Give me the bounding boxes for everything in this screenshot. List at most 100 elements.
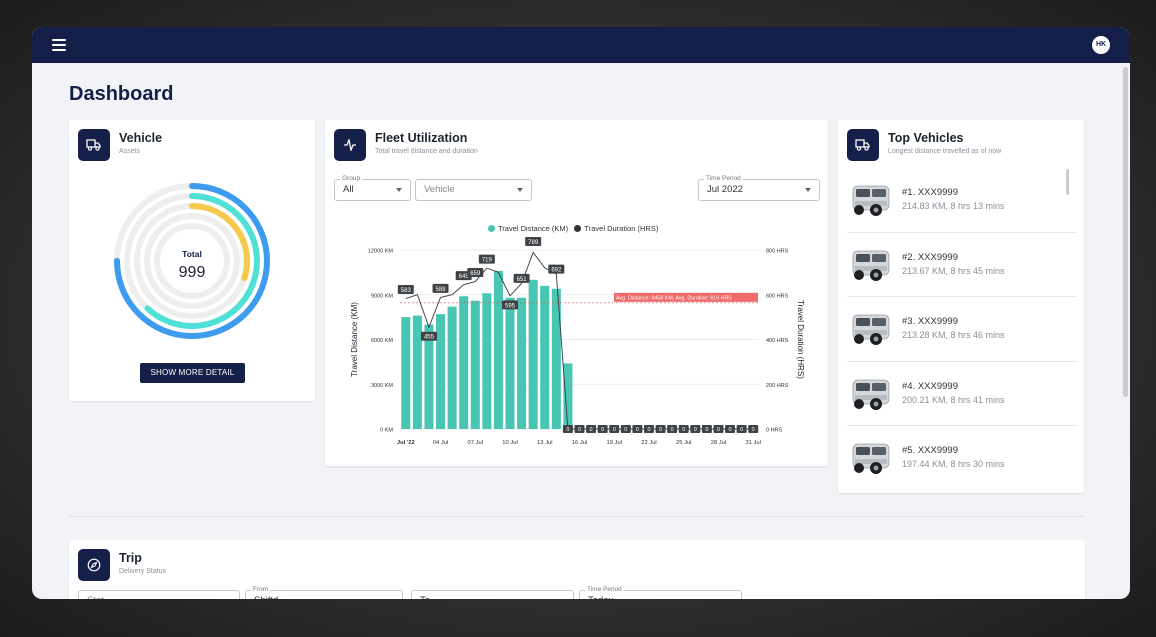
distance-bar[interactable] <box>459 296 469 429</box>
duration-point-label-text: 0 <box>636 427 639 433</box>
duration-point-label[interactable]: 0 <box>678 425 689 433</box>
top-vehicles-title: Top Vehicles <box>888 131 964 145</box>
user-avatar[interactable]: HK <box>1092 36 1110 54</box>
vehicle-card: Vehicle Assets Total 999 SHOW MORE DETAI… <box>69 120 315 401</box>
trip-to-select[interactable]: To <box>411 590 574 599</box>
van-image <box>849 306 893 351</box>
truck-icon <box>78 129 110 161</box>
duration-point-label-text: 0 <box>647 427 650 433</box>
duration-point-label[interactable]: 0 <box>667 425 678 433</box>
distance-bar[interactable] <box>470 300 480 429</box>
duration-point-label[interactable]: 0 <box>655 425 666 433</box>
top-vehicles-list: #1. XXX9999 214.83 KM, 8 hrs 13 mins #2. X… <box>847 168 1077 483</box>
duration-point-label[interactable]: 0 <box>701 425 712 433</box>
distance-bar[interactable] <box>412 315 422 429</box>
fleet-utilization-card: Fleet Utilization Total travel distance … <box>325 120 828 466</box>
trip-filter-value: To <box>420 591 565 599</box>
distance-bar[interactable] <box>401 317 411 429</box>
x-tick-label: 07 Jul <box>468 440 483 446</box>
duration-point-label[interactable]: 0 <box>597 425 608 433</box>
duration-point-label[interactable]: 0 <box>736 425 747 433</box>
top-vehicle-stats: 213.28 KM, 8 hrs 46 mins <box>902 330 1005 341</box>
van-image <box>849 177 893 221</box>
y-tick-label: 9000 KM <box>371 293 393 299</box>
show-more-detail-button[interactable]: SHOW MORE DETAIL <box>140 363 245 383</box>
duration-point-label[interactable]: 0 <box>643 425 654 433</box>
ring-track <box>144 213 240 309</box>
duration-point-label-text: 651 <box>517 277 528 283</box>
top-vehicles-subtitle: Longest distance travelled as of now <box>888 148 1002 155</box>
top-vehicle-name: #2. XXX9999 <box>902 251 958 263</box>
duration-point-label[interactable]: 595 <box>502 300 519 310</box>
top-vehicle-item[interactable]: #1. XXX9999 214.83 KM, 8 hrs 13 mins <box>847 168 1077 233</box>
duration-point-label[interactable]: 0 <box>609 425 620 433</box>
duration-point-label[interactable]: 0 <box>586 425 597 433</box>
duration-point-label-text: 0 <box>694 427 697 433</box>
vehicle-radial-chart: Total 999 <box>114 183 270 339</box>
top-vehicle-item[interactable]: #5. XXX9999 197.44 KM, 8 hrs 30 mins <box>847 426 1077 483</box>
duration-point-label-text: 0 <box>578 427 581 433</box>
duration-point-label[interactable]: 0 <box>748 425 759 433</box>
duration-point-label[interactable]: 0 <box>725 425 736 433</box>
duration-point-label-text: 0 <box>705 427 708 433</box>
y-tick-label: 12000 KM <box>368 249 393 255</box>
duration-point-label-text: 0 <box>671 427 674 433</box>
duration-point-label-text: 0 <box>613 427 616 433</box>
x-tick-label: 22 Jul <box>641 440 656 446</box>
total-value: 999 <box>179 264 206 281</box>
duration-point-label[interactable]: 651 <box>513 273 530 283</box>
duration-point-label-text: 692 <box>551 268 562 274</box>
duration-point-label[interactable]: 455 <box>420 331 437 341</box>
x-tick-label: 19 Jul <box>607 440 622 446</box>
duration-point-label[interactable]: 0 <box>713 425 724 433</box>
duration-point-label[interactable]: 789 <box>525 236 542 246</box>
van-image <box>849 370 893 415</box>
duration-point-label[interactable]: 583 <box>397 285 414 295</box>
distance-bar[interactable] <box>493 270 503 429</box>
duration-point-label[interactable]: 0 <box>632 425 643 433</box>
duration-point-label[interactable]: 0 <box>620 425 631 433</box>
top-vehicles-card: Top Vehicles Longest distance travelled … <box>838 120 1084 493</box>
ring-track <box>154 223 230 299</box>
x-tick-label: 16 Jul <box>572 440 587 446</box>
duration-point-label[interactable]: 0 <box>690 425 701 433</box>
trip-time-period-select[interactable]: Time Period Today <box>579 585 742 599</box>
distance-bar[interactable] <box>505 297 515 429</box>
top-vehicle-name: #5. XXX9999 <box>902 445 958 457</box>
duration-point-label[interactable]: 719 <box>478 254 495 264</box>
y2-tick-label: 200 HRS <box>766 383 789 389</box>
duration-point-label[interactable]: 692 <box>548 264 565 274</box>
trip-from-select[interactable]: From Shiftd <box>245 585 403 599</box>
top-vehicle-item[interactable]: #3. XXX9999 213.28 KM, 8 hrs 46 mins <box>847 297 1077 362</box>
distance-bar[interactable] <box>436 314 446 429</box>
top-vehicle-item[interactable]: #4. XXX9999 200.21 KM, 8 hrs 41 mins <box>847 362 1077 427</box>
van-image <box>849 241 893 286</box>
page-scrollbar[interactable] <box>1123 67 1128 397</box>
total-label: Total <box>182 249 202 259</box>
duration-point-label[interactable]: 0 <box>574 425 585 433</box>
distance-bar[interactable] <box>517 297 527 429</box>
duration-point-label[interactable]: 0 <box>562 425 573 433</box>
duration-point-label[interactable]: 659 <box>467 268 484 278</box>
distance-bar[interactable] <box>528 279 538 429</box>
hamburger-menu-icon[interactable] <box>52 39 66 51</box>
trip-filter-label: From <box>251 585 271 595</box>
distance-bar[interactable] <box>447 306 457 429</box>
duration-point-label-text: 0 <box>682 427 685 433</box>
trip-card: Trip Delivery Status Stat From Shiftd To… <box>69 540 1085 599</box>
trip-status-select[interactable]: Stat <box>78 590 240 599</box>
top-vehicles-scrollbar[interactable] <box>1066 169 1069 195</box>
top-vehicle-stats: 200.21 KM, 8 hrs 41 mins <box>902 394 1005 405</box>
duration-point-label-text: 595 <box>505 303 516 309</box>
top-vehicle-item[interactable]: #2. XXX9999 213.67 KM, 8 hrs 45 mins <box>847 233 1077 298</box>
vehicle-card-title: Vehicle <box>119 131 163 145</box>
distance-bar[interactable] <box>540 285 550 429</box>
section-divider <box>69 516 1085 517</box>
top-vehicle-name: #1. XXX9999 <box>902 187 958 198</box>
distance-bar[interactable] <box>563 363 573 429</box>
distance-bar[interactable] <box>551 288 561 429</box>
x-tick-label: 13 Jul <box>537 440 552 446</box>
distance-bar[interactable] <box>482 293 492 429</box>
top-vehicle-stats: 213.67 KM, 8 hrs 45 mins <box>902 265 1005 276</box>
duration-point-label[interactable]: 588 <box>432 283 449 293</box>
